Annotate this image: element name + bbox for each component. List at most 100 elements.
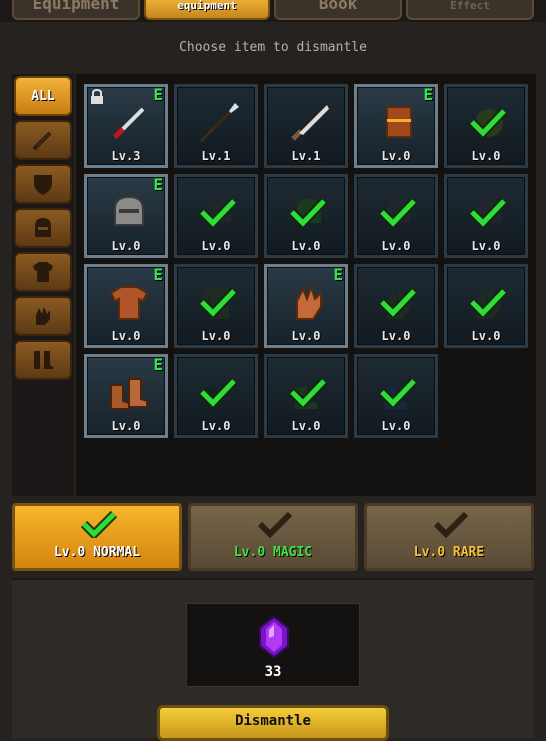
item-level: Lv.0 (291, 329, 321, 343)
filter-all-label: ALL (31, 88, 55, 104)
item-level: Lv.0 (201, 419, 231, 433)
item-slot[interactable]: Lv.0 (174, 264, 258, 348)
check-icon (81, 510, 117, 538)
item-level: Lv.0 (111, 419, 141, 433)
armor-icon (33, 262, 53, 282)
item-level: Lv.0 (471, 329, 501, 343)
instruction-text: Choose item to dismantle (179, 40, 367, 55)
grade-magic-button[interactable]: Lv.0 MAGIC (188, 503, 358, 571)
grade-magic-label: Lv.0 MAGIC (233, 545, 313, 560)
check-icon (433, 511, 469, 538)
grade-normal-label: Lv.0 NORMAL (53, 545, 141, 560)
item-slot[interactable]: E Lv.0 (354, 84, 438, 168)
filter-shield-button[interactable] (14, 164, 72, 204)
dismantle-button[interactable]: Dismantle (157, 705, 389, 741)
spear-icon (199, 103, 239, 143)
check-icon (199, 287, 237, 317)
broadsword-icon (291, 105, 329, 141)
grade-rare-button[interactable]: Lv.0 RARE (364, 503, 534, 571)
tab-equipment[interactable]: Equipment (12, 0, 140, 20)
check-icon (379, 377, 417, 407)
tab-bar: Equipment equipment Book Effect (0, 0, 546, 22)
grade-normal-button[interactable]: Lv.0 NORMAL (12, 503, 182, 571)
purple-gem-icon (259, 616, 289, 658)
item-level: Lv.0 (381, 419, 411, 433)
shield-icon (34, 175, 52, 195)
item-level: Lv.0 (471, 149, 501, 163)
lock-icon (91, 89, 103, 104)
item-level: Lv.0 (291, 239, 321, 253)
check-icon (199, 377, 237, 407)
filter-gloves-button[interactable] (14, 296, 72, 336)
tab-effect[interactable]: Effect (406, 0, 534, 20)
item-slot[interactable]: E Lv.3 (84, 84, 168, 168)
item-slot[interactable]: E Lv.0 (84, 264, 168, 348)
check-icon (469, 287, 507, 317)
item-slot[interactable]: Lv.0 (264, 354, 348, 438)
check-icon (379, 287, 417, 317)
item-level: Lv.0 (111, 329, 141, 343)
gloves-icon (36, 307, 50, 325)
filter-boots-button[interactable] (14, 340, 72, 380)
equipped-badge: E (153, 355, 163, 374)
item-level: Lv.0 (381, 149, 411, 163)
item-slot[interactable]: E Lv.0 (264, 264, 348, 348)
equipped-badge: E (153, 85, 163, 104)
tab-label: Equipment (32, 0, 120, 13)
tab-label: Effect (450, 0, 490, 12)
grade-rare-label: Lv.0 RARE (413, 545, 485, 560)
item-slot[interactable]: Lv.0 (174, 354, 258, 438)
tab-book[interactable]: Book (274, 0, 402, 20)
item-slot[interactable]: E Lv.0 (84, 174, 168, 258)
leather-boots-icon (110, 378, 148, 410)
item-slot[interactable]: Lv.1 (264, 84, 348, 168)
check-icon (257, 511, 293, 538)
item-slot[interactable]: Lv.0 (264, 174, 348, 258)
helmet-icon (35, 218, 51, 237)
wooden-shield-icon (386, 106, 412, 138)
item-slot[interactable]: Lv.0 (354, 174, 438, 258)
check-icon (379, 197, 417, 227)
equipped-badge: E (423, 85, 433, 104)
item-slot[interactable]: E Lv.0 (84, 354, 168, 438)
tab-equipment-dismantle[interactable]: equipment (144, 0, 270, 20)
item-slot[interactable]: Lv.1 (174, 84, 258, 168)
item-level: Lv.1 (291, 149, 321, 163)
item-slot[interactable]: Lv.0 (174, 174, 258, 258)
check-icon (469, 197, 507, 227)
item-level: Lv.0 (471, 239, 501, 253)
item-level: Lv.0 (201, 239, 231, 253)
check-icon (199, 197, 237, 227)
item-slot[interactable]: Lv.0 (354, 354, 438, 438)
red-dagger-icon (113, 107, 145, 139)
leather-gloves-icon (296, 283, 322, 320)
material-reward-box: 33 (186, 603, 360, 687)
sword-icon (32, 131, 52, 151)
equipped-badge: E (153, 265, 163, 284)
tab-label: Book (318, 0, 358, 13)
item-level: Lv.0 (201, 329, 231, 343)
item-level: Lv.0 (291, 419, 321, 433)
filter-all-button[interactable]: ALL (14, 76, 72, 116)
item-slot[interactable]: Lv.0 (444, 264, 528, 348)
item-level: Lv.0 (381, 329, 411, 343)
item-slot[interactable]: Lv.0 (444, 174, 528, 258)
item-slot[interactable]: Lv.0 (444, 84, 528, 168)
category-filter-bar: ALL (12, 74, 74, 496)
material-count: 33 (264, 664, 282, 680)
item-level: Lv.3 (111, 149, 141, 163)
leather-armor-icon (109, 286, 149, 320)
boots-icon (34, 351, 53, 369)
check-icon (289, 197, 327, 227)
check-icon (289, 377, 327, 407)
filter-armor-button[interactable] (14, 252, 72, 292)
item-level: Lv.0 (381, 239, 411, 253)
item-level: Lv.1 (201, 149, 231, 163)
equipped-badge: E (333, 265, 343, 284)
filter-weapon-button[interactable] (14, 120, 72, 160)
equipped-badge: E (153, 175, 163, 194)
iron-helmet-icon (114, 195, 144, 226)
item-slot[interactable]: Lv.0 (354, 264, 438, 348)
filter-helmet-button[interactable] (14, 208, 72, 248)
check-icon (469, 107, 507, 137)
